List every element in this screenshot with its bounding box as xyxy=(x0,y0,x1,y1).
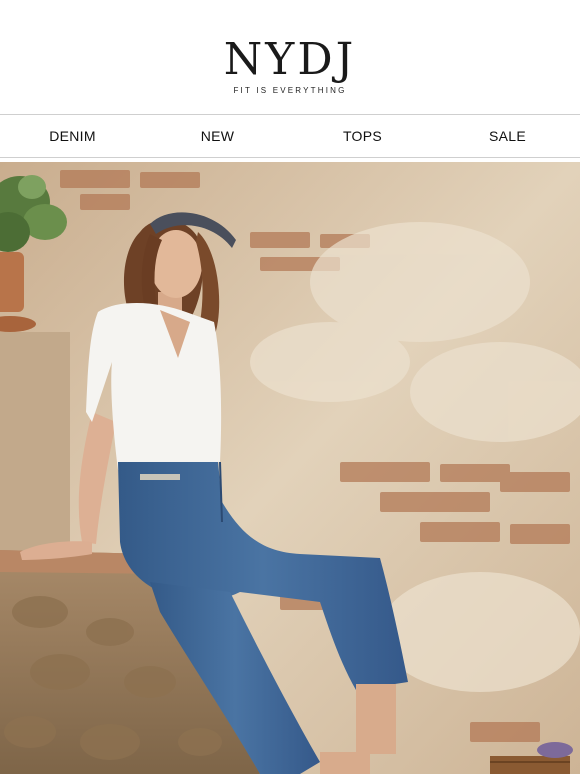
main-nav: DENIM NEW TOPS SALE xyxy=(0,114,580,158)
stone-column xyxy=(0,332,70,552)
nav-item-new[interactable]: NEW xyxy=(145,128,290,144)
nav-item-tops[interactable]: TOPS xyxy=(290,128,435,144)
brand-logo[interactable]: NYDJ FIT IS EVERYTHING xyxy=(0,34,580,96)
nav-item-denim[interactable]: DENIM xyxy=(0,128,145,144)
hero-image[interactable] xyxy=(0,162,580,774)
nav-item-sale[interactable]: SALE xyxy=(435,128,580,144)
logo-text: NYDJ xyxy=(223,34,357,85)
hero-illustration xyxy=(0,162,580,774)
tagline: FIT IS EVERYTHING xyxy=(233,86,347,95)
email-header: NYDJ FIT IS EVERYTHING xyxy=(0,0,580,114)
